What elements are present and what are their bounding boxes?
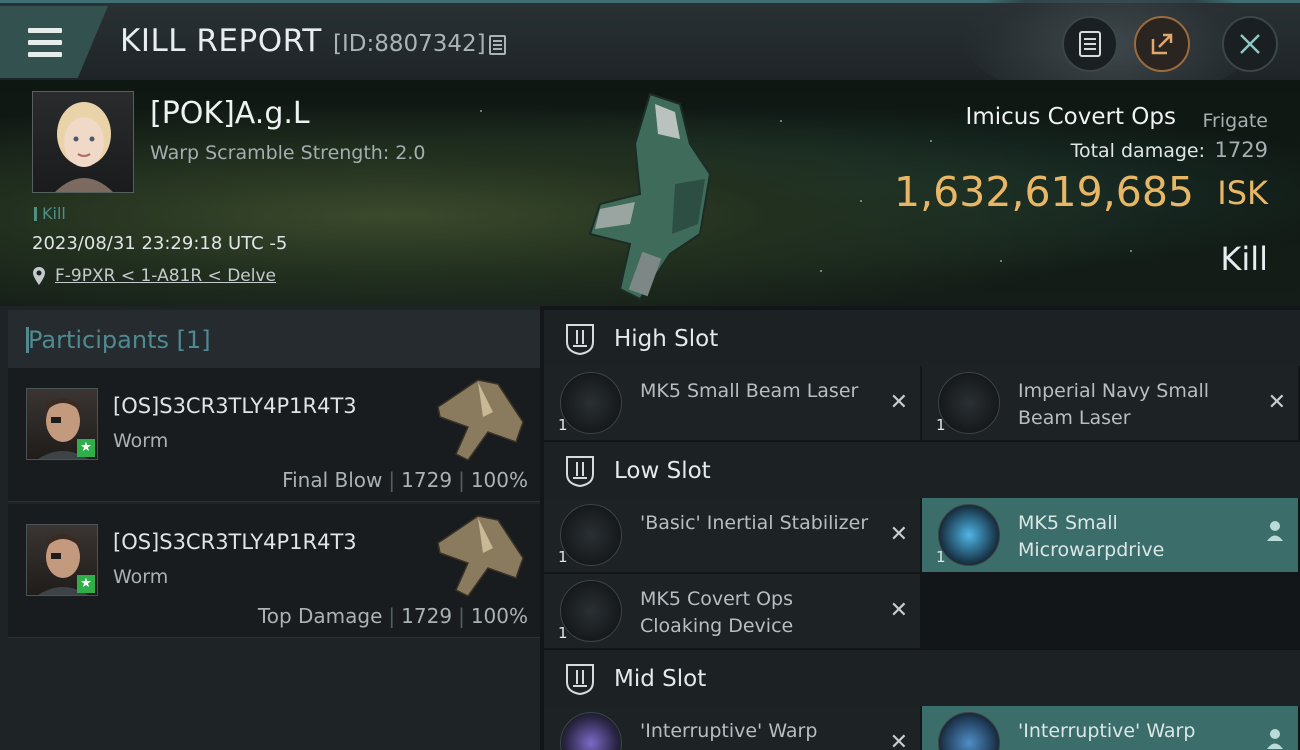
module-name: MK5 Small Beam Laser [640, 380, 859, 402]
kill-datetime: 2023/08/31 23:29:18 UTC -5 [32, 233, 288, 254]
slot-icon [566, 664, 594, 696]
module-name: MK5 Covert Ops Cloaking Device [640, 588, 794, 637]
top-bar: KILL REPORT [ID:8807342] [0, 0, 1300, 103]
participant-damage: 1729 [401, 604, 453, 628]
avatar [55, 102, 113, 192]
mid-slot-header: Mid Slot [544, 650, 1300, 706]
remove-icon[interactable]: ✕ [1268, 390, 1286, 415]
microwarpdrive-icon [938, 504, 1000, 566]
victim-ship-name[interactable]: Imicus Covert Ops [966, 104, 1176, 130]
beam-laser-icon [560, 372, 622, 434]
participant-ship: Worm [113, 430, 169, 452]
module-quantity: 1 [558, 548, 568, 566]
report-id: [ID:8807342] [333, 31, 486, 57]
participant-ship: Worm [113, 566, 169, 588]
module-name: MK5 Small Microwarpdrive [1018, 512, 1165, 561]
share-icon [1151, 33, 1173, 55]
beam-laser-icon [938, 372, 1000, 434]
module-name: 'Interruptive' Warp [640, 720, 818, 742]
participants-header: Participants [1] [8, 310, 540, 368]
copy-icon[interactable] [489, 35, 506, 55]
participant-stats: Top Damage | 1729 | 100% [257, 604, 528, 628]
module-name: 'Basic' Inertial Stabilizer [640, 512, 869, 534]
module-item-highlighted[interactable]: 1 MK5 Small Microwarpdrive [922, 498, 1298, 572]
module-quantity: 1 [936, 416, 946, 434]
warp-disruptor-icon [560, 712, 622, 750]
ship-render [588, 92, 712, 301]
victim-ship-class: Frigate [1202, 110, 1268, 132]
participant-name[interactable]: [OS]S3CR3TLY4P1R4T3 [113, 530, 357, 554]
total-damage-value: 1729 [1214, 138, 1268, 162]
isk-value: 1,632,619,685 [894, 168, 1194, 216]
remove-icon[interactable]: ✕ [890, 390, 908, 415]
total-damage-label: Total damage: [1070, 140, 1205, 162]
module-item-highlighted[interactable]: 1 'Interruptive' Warp [922, 706, 1298, 750]
high-slot-header: High Slot [544, 310, 1300, 366]
warp-disruptor-icon [938, 712, 1000, 750]
fitting-panel: High Slot 1 MK5 Small Beam Laser ✕ 1 Imp… [540, 306, 1300, 750]
remove-icon[interactable]: ✕ [890, 730, 908, 750]
participants-title: Participants [28, 326, 169, 354]
module-item[interactable]: 1 'Basic' Inertial Stabilizer ✕ [544, 498, 920, 572]
participants-panel: Participants [1] ★ [OS]S3CR3TLY4P1R4T3 W… [0, 306, 540, 750]
mid-slot-label: Mid Slot [614, 666, 707, 692]
module-item[interactable]: 1 'Interruptive' Warp ✕ [544, 706, 920, 750]
participants-count: [1] [176, 326, 211, 354]
cloaking-device-icon [560, 580, 622, 642]
participant-percent: 100% [470, 468, 528, 492]
person-icon[interactable] [1266, 728, 1284, 750]
location-link[interactable]: F-9PXR < 1-A81R < Delve [55, 266, 276, 286]
location-pin-icon [33, 267, 45, 285]
outcome-label: Kill [1220, 240, 1268, 278]
module-quantity: 1 [558, 416, 568, 434]
slot-icon [566, 456, 594, 488]
high-slot-label: High Slot [614, 326, 719, 352]
clipboard-icon [1079, 31, 1101, 57]
victim-summary: [POK]A.g.L Warp Scramble Strength: 2.0 K… [0, 80, 1300, 306]
participant-stats: Final Blow | 1729 | 100% [282, 468, 528, 492]
low-slot-header: Low Slot [544, 442, 1300, 498]
participant-percent: 100% [470, 604, 528, 628]
person-icon[interactable] [1266, 520, 1284, 542]
participant-role: Final Blow [282, 468, 383, 492]
module-quantity: 1 [936, 548, 946, 566]
module-item[interactable]: 1 MK5 Small Beam Laser ✕ [544, 366, 920, 440]
participant-row[interactable]: ★ [OS]S3CR3TLY4P1R4T3 Worm Final Blow | 17… [8, 368, 540, 502]
inertial-stabilizer-icon [560, 504, 622, 566]
menu-button[interactable] [0, 6, 108, 78]
menu-icon [28, 28, 62, 64]
slot-icon [566, 324, 594, 356]
module-item[interactable]: 1 Imperial Navy Small Beam Laser ✕ [922, 366, 1298, 440]
module-item[interactable]: 1 MK5 Covert Ops Cloaking Device ✕ [544, 574, 920, 648]
participant-damage: 1729 [401, 468, 453, 492]
victim-name[interactable]: [POK]A.g.L [150, 96, 310, 131]
participant-row[interactable]: ★ [OS]S3CR3TLY4P1R4T3 Worm Top Damage | 17… [8, 504, 540, 638]
remove-icon[interactable]: ✕ [890, 522, 908, 547]
kill-tag: Kill [34, 204, 66, 223]
isk-unit: ISK [1217, 174, 1268, 212]
module-name: 'Interruptive' Warp [1018, 720, 1196, 742]
module-name: Imperial Navy Small Beam Laser [1018, 380, 1210, 429]
remove-icon[interactable]: ✕ [890, 598, 908, 623]
avatar[interactable]: ★ [26, 524, 98, 596]
share-button[interactable] [1134, 16, 1190, 72]
participant-ship-render [437, 515, 524, 597]
warp-scramble-strength: Warp Scramble Strength: 2.0 [150, 142, 426, 164]
close-button[interactable] [1222, 16, 1278, 72]
module-quantity: 1 [558, 624, 568, 642]
star-icon: ★ [77, 575, 95, 593]
close-icon [1240, 34, 1260, 54]
participant-name[interactable]: [OS]S3CR3TLY4P1R4T3 [113, 394, 357, 418]
participant-role: Top Damage [257, 604, 383, 628]
participant-ship-render [437, 379, 524, 461]
avatar[interactable]: ★ [26, 388, 98, 460]
clipboard-button[interactable] [1062, 16, 1118, 72]
low-slot-label: Low Slot [614, 458, 711, 484]
page-title: KILL REPORT [120, 23, 322, 59]
victim-portrait[interactable] [32, 91, 134, 193]
star-icon: ★ [77, 439, 95, 457]
